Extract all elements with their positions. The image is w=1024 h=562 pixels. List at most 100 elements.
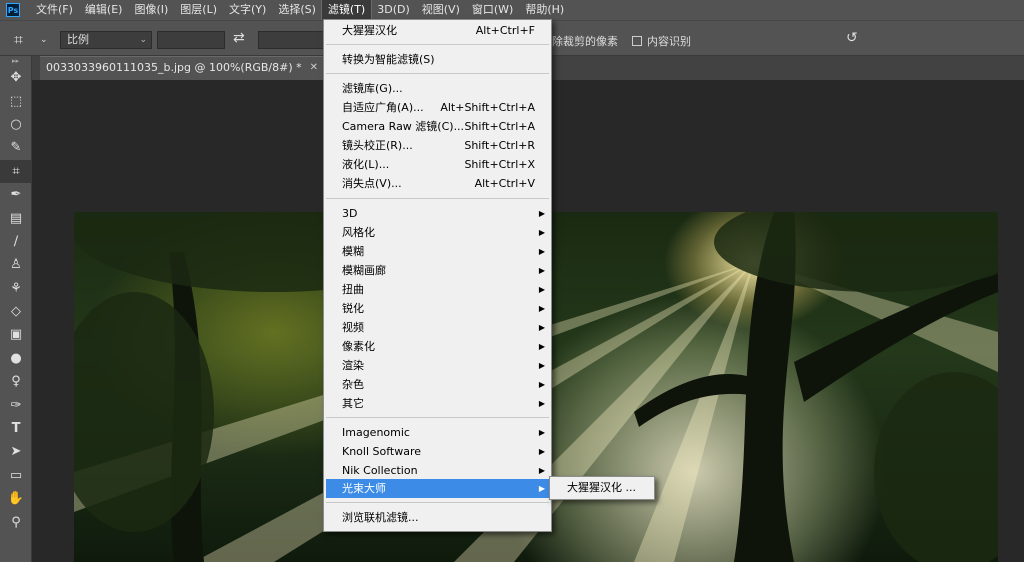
menu-item-label: 杂色 bbox=[342, 378, 364, 391]
zoom-icon[interactable]: ⚲ bbox=[0, 510, 32, 533]
menu-item-shortcut: Alt+Shift+Ctrl+A bbox=[440, 101, 535, 114]
collapse-handle-icon[interactable]: ▸▸ bbox=[0, 56, 31, 66]
menu-item-label: 浏览联机滤镜... bbox=[342, 511, 419, 524]
brush-icon[interactable]: ∕ bbox=[0, 230, 32, 253]
history-brush-icon[interactable]: ⚘ bbox=[0, 277, 32, 300]
stamp-icon[interactable]: ♙ bbox=[0, 253, 32, 276]
menu-item-shortcut: Alt+Ctrl+V bbox=[474, 177, 535, 190]
ratio-select-value: 比例 bbox=[67, 33, 89, 46]
menu-bar: Ps 文件(F) 编辑(E) 图像(I) 图层(L) 文字(Y) 选择(S) 滤… bbox=[0, 0, 1024, 21]
content-aware-checkbox[interactable] bbox=[632, 36, 642, 46]
menu-item-beam-master[interactable]: 光束大师 ▶ bbox=[326, 479, 549, 498]
menu-select[interactable]: 选择(S) bbox=[272, 0, 322, 20]
quick-select-icon[interactable]: ✎ bbox=[0, 136, 32, 159]
ratio-select[interactable]: 比例 ⌄ bbox=[60, 31, 152, 49]
menu-item-blur[interactable]: 模糊 ▶ bbox=[326, 242, 549, 261]
eyedropper-icon[interactable]: ✒ bbox=[0, 183, 32, 206]
menu-item-shortcut: Shift+Ctrl+A bbox=[464, 120, 535, 133]
menu-item-imagenomic[interactable]: Imagenomic ▶ bbox=[326, 423, 549, 442]
crop-tool-icon[interactable]: ⌗ bbox=[14, 30, 23, 50]
menu-item-browse-online-filters[interactable]: 浏览联机滤镜... bbox=[326, 508, 549, 527]
tool-preset-chevron-icon[interactable]: ⌄ bbox=[40, 35, 48, 45]
menu-edit[interactable]: 编辑(E) bbox=[79, 0, 129, 20]
menu-item-convert-smart-filter[interactable]: 转换为智能滤镜(S) bbox=[326, 50, 549, 69]
menu-item-video[interactable]: 视频 ▶ bbox=[326, 318, 549, 337]
menu-type[interactable]: 文字(Y) bbox=[223, 0, 272, 20]
menu-item-adaptive-wide-angle[interactable]: 自适应广角(A)... Alt+Shift+Ctrl+A bbox=[326, 98, 549, 117]
menu-separator bbox=[326, 73, 549, 74]
eraser-icon[interactable]: ◇ bbox=[0, 300, 32, 323]
menu-separator bbox=[326, 44, 549, 45]
menu-filter[interactable]: 滤镜(T) bbox=[320, 0, 373, 21]
menu-item-3d[interactable]: 3D ▶ bbox=[326, 204, 549, 223]
content-aware-option[interactable]: 内容识别 bbox=[632, 33, 691, 49]
submenu-arrow-icon: ▶ bbox=[538, 323, 545, 332]
menu-image[interactable]: 图像(I) bbox=[128, 0, 174, 20]
type-icon[interactable]: T bbox=[0, 417, 32, 440]
menu-item-label: 自适应广角(A)... bbox=[342, 101, 424, 114]
menu-item-label: 大猩猩汉化 bbox=[342, 24, 397, 37]
menu-item-label: 模糊画廊 bbox=[342, 264, 386, 277]
path-select-icon[interactable]: ➤ bbox=[0, 440, 32, 463]
document-tab[interactable]: 0033033960111035_b.jpg @ 100%(RGB/8#) * … bbox=[40, 56, 328, 80]
submenu-arrow-icon: ▶ bbox=[538, 428, 545, 437]
menu-item-label: 视频 bbox=[342, 321, 364, 334]
menu-item-render[interactable]: 渲染 ▶ bbox=[326, 356, 549, 375]
menu-item-nik-collection[interactable]: Nik Collection ▶ bbox=[326, 461, 549, 480]
menu-item-shortcut: Shift+Ctrl+R bbox=[464, 139, 535, 152]
menu-item-distort[interactable]: 扭曲 ▶ bbox=[326, 280, 549, 299]
close-icon[interactable]: ✕ bbox=[310, 57, 318, 79]
menu-item-label: 3D bbox=[342, 207, 358, 220]
swap-icon[interactable]: ⇄ bbox=[233, 30, 245, 46]
content-aware-label: 内容识别 bbox=[647, 35, 691, 48]
move-icon[interactable]: ✥ bbox=[0, 66, 32, 89]
menu-window[interactable]: 窗口(W) bbox=[466, 0, 519, 20]
menu-item-label: 镜头校正(R)... bbox=[342, 139, 413, 152]
submenu-arrow-icon: ▶ bbox=[538, 399, 545, 408]
menu-item-pixelate[interactable]: 像素化 ▶ bbox=[326, 337, 549, 356]
submenu-arrow-icon: ▶ bbox=[538, 266, 545, 275]
crop-icon[interactable]: ⌗ bbox=[0, 159, 32, 183]
menu-item-vanishing-point[interactable]: 消失点(V)... Alt+Ctrl+V bbox=[326, 174, 549, 193]
menu-item-label: Knoll Software bbox=[342, 445, 422, 458]
menu-item-camera-raw[interactable]: Camera Raw 滤镜(C)... Shift+Ctrl+A bbox=[326, 117, 549, 136]
menu-item-label: 滤镜库(G)... bbox=[342, 82, 403, 95]
menu-item-stylize[interactable]: 风格化 ▶ bbox=[326, 223, 549, 242]
menu-item-knoll-software[interactable]: Knoll Software ▶ bbox=[326, 442, 549, 461]
height-field[interactable] bbox=[258, 31, 324, 49]
gradient-icon[interactable]: ▣ bbox=[0, 323, 32, 346]
menu-item-last-filter[interactable]: 大猩猩汉化 Alt+Ctrl+F bbox=[326, 21, 549, 40]
menu-layer[interactable]: 图层(L) bbox=[174, 0, 223, 20]
hand-icon[interactable]: ✋ bbox=[0, 487, 32, 510]
menu-item-sharpen[interactable]: 锐化 ▶ bbox=[326, 299, 549, 318]
menu-item-filter-gallery[interactable]: 滤镜库(G)... bbox=[326, 79, 549, 98]
blur-icon[interactable]: ● bbox=[0, 347, 32, 370]
pen-icon[interactable]: ✑ bbox=[0, 393, 32, 416]
marquee-icon[interactable]: ⬚ bbox=[0, 89, 32, 112]
lasso-icon[interactable]: ○ bbox=[0, 113, 32, 136]
menu-item-lens-correction[interactable]: 镜头校正(R)... Shift+Ctrl+R bbox=[326, 136, 549, 155]
menu-help[interactable]: 帮助(H) bbox=[519, 0, 570, 20]
menu-item-label: 像素化 bbox=[342, 340, 375, 353]
menu-item-liquify[interactable]: 液化(L)... Shift+Ctrl+X bbox=[326, 155, 549, 174]
menu-item-blur-gallery[interactable]: 模糊画廊 ▶ bbox=[326, 261, 549, 280]
document-tab-title: 0033033960111035_b.jpg @ 100%(RGB/8#) * bbox=[46, 61, 302, 74]
filter-menu-dropdown: 大猩猩汉化 Alt+Ctrl+F 转换为智能滤镜(S) 滤镜库(G)... 自适应… bbox=[323, 19, 552, 532]
menu-item-noise[interactable]: 杂色 ▶ bbox=[326, 375, 549, 394]
healing-icon[interactable]: ▤ bbox=[0, 206, 32, 229]
submenu-arrow-icon: ▶ bbox=[538, 447, 545, 456]
dodge-icon[interactable]: ♀ bbox=[0, 370, 32, 393]
menu-item-label: 扭曲 bbox=[342, 283, 364, 296]
menu-file[interactable]: 文件(F) bbox=[30, 0, 79, 20]
menu-separator bbox=[326, 502, 549, 503]
menu-view[interactable]: 视图(V) bbox=[416, 0, 466, 20]
menu-3d[interactable]: 3D(D) bbox=[371, 0, 416, 20]
rectangle-icon[interactable]: ▭ bbox=[0, 464, 32, 487]
reset-icon[interactable]: ↺ bbox=[846, 30, 858, 46]
menu-separator bbox=[326, 198, 549, 199]
menu-item-other[interactable]: 其它 ▶ bbox=[326, 394, 549, 413]
submenu-item-gorilla-localization[interactable]: 大猩猩汉化 ... bbox=[552, 479, 652, 497]
photoshop-logo[interactable]: Ps bbox=[6, 3, 20, 17]
width-field[interactable] bbox=[157, 31, 225, 49]
submenu-arrow-icon: ▶ bbox=[538, 361, 545, 370]
